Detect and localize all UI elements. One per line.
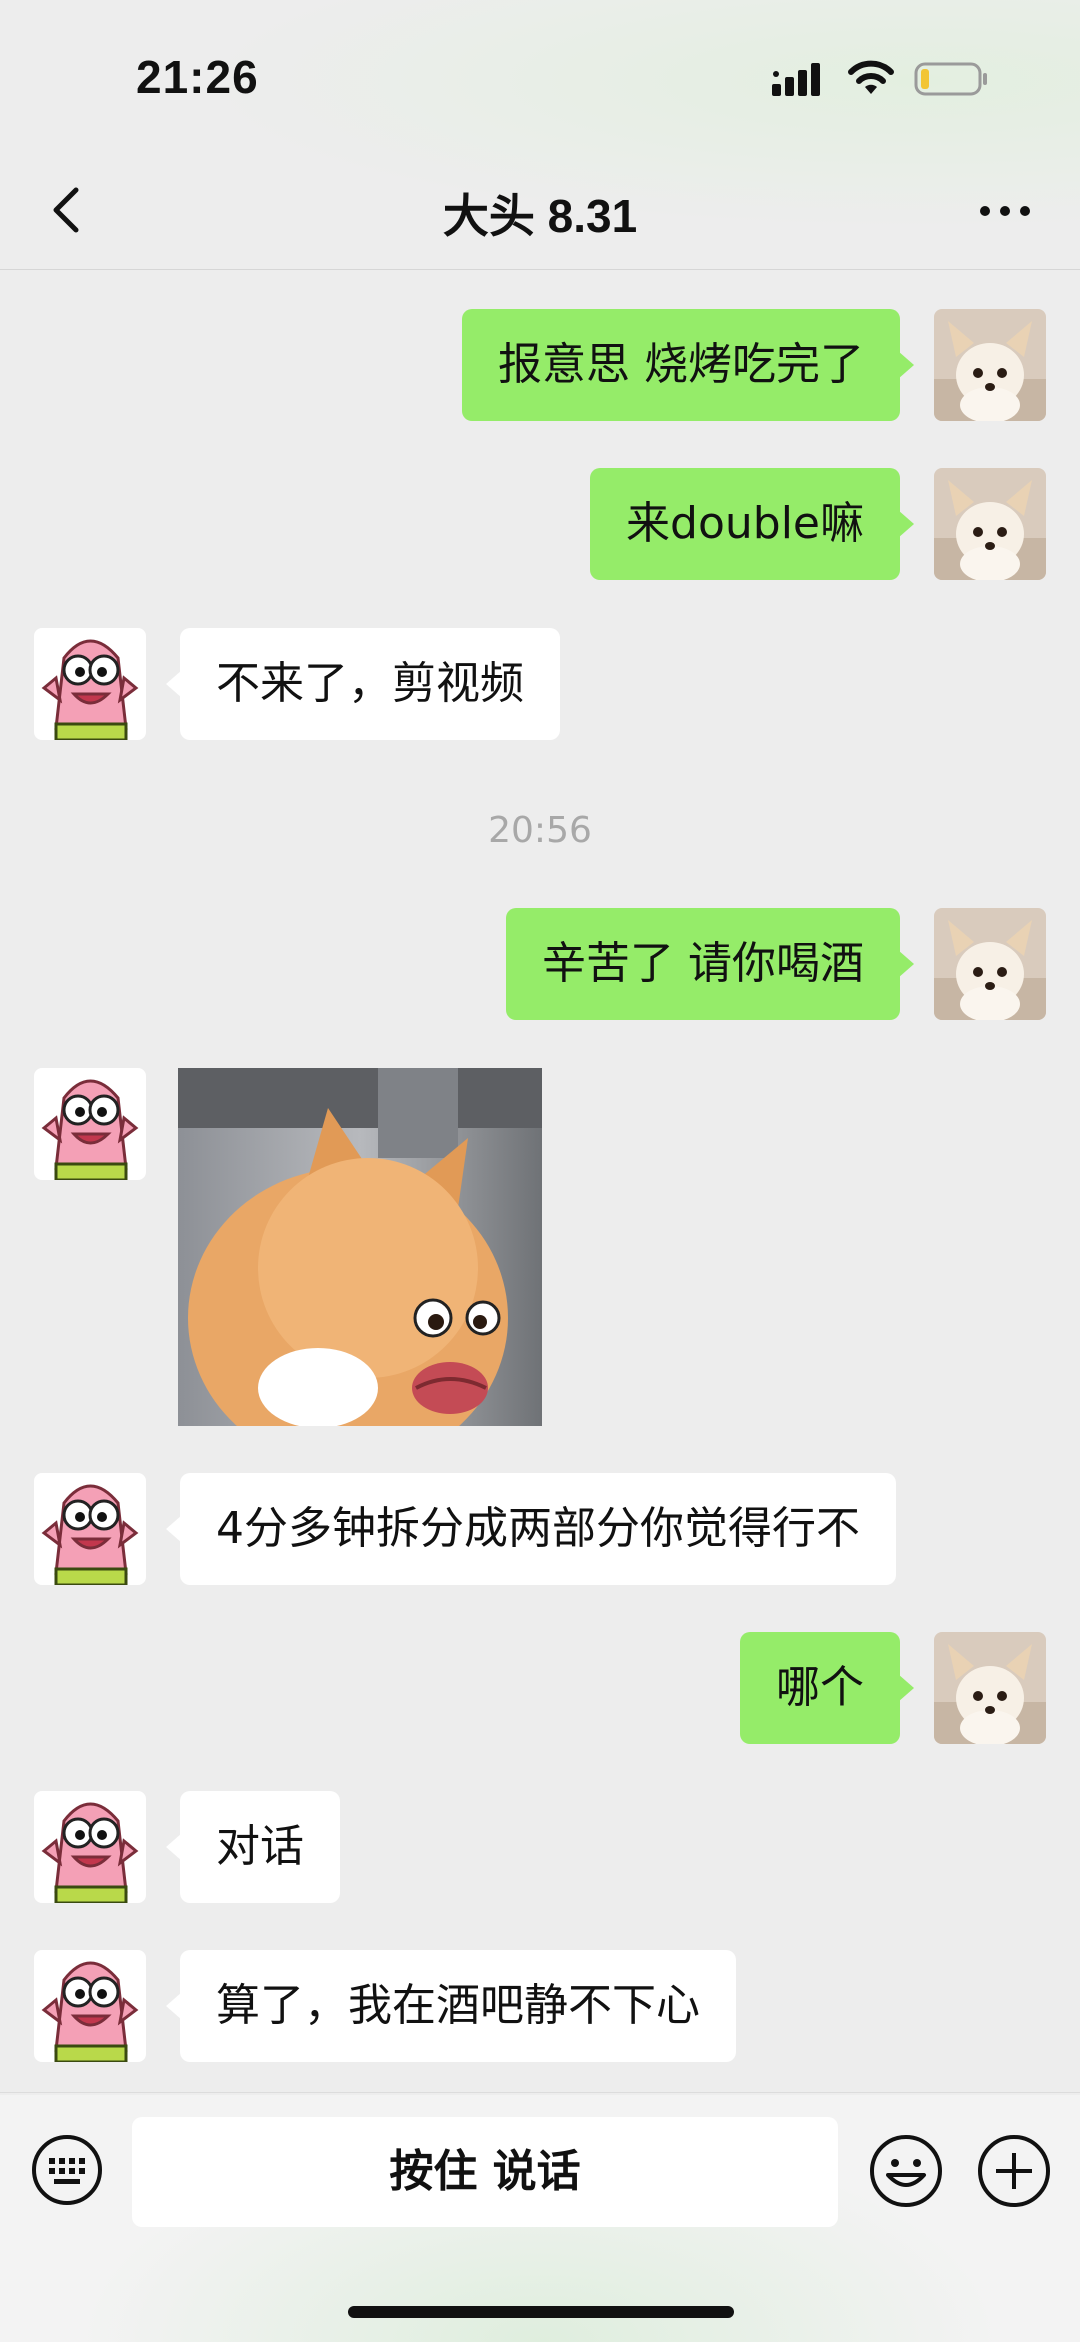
input-bar: 按住 说话 xyxy=(0,2092,1080,2252)
contact-avatar[interactable] xyxy=(34,1068,146,1180)
received-message-bubble[interactable]: 对话 xyxy=(166,1791,340,1903)
contact-avatar[interactable] xyxy=(34,1473,146,1585)
contact-avatar[interactable] xyxy=(34,1950,146,2062)
received-message-bubble[interactable]: 算了，我在酒吧静不下心 xyxy=(166,1950,736,2062)
message-row: 辛苦了 请你喝酒 xyxy=(0,908,1080,1020)
contact-avatar[interactable] xyxy=(34,1791,146,1903)
message-row: 哪个 xyxy=(0,1632,1080,1744)
message-row: 来double嘛 xyxy=(0,468,1080,580)
chat-title: 大头 8.31 xyxy=(442,190,638,242)
message-row: 4分多钟拆分成两部分你觉得行不 xyxy=(0,1473,1080,1585)
status-bar: 21:26 xyxy=(0,0,1080,150)
message-row xyxy=(0,1068,1080,1426)
sent-message-bubble[interactable]: 辛苦了 请你喝酒 xyxy=(506,908,914,1020)
sent-message-bubble[interactable]: 哪个 xyxy=(740,1632,914,1744)
message-row: 报意思 烧烤吃完了 xyxy=(0,309,1080,421)
my-avatar[interactable] xyxy=(934,1632,1046,1744)
home-indicator[interactable] xyxy=(348,2306,734,2318)
contact-avatar[interactable] xyxy=(34,628,146,740)
message-timestamp: 20:56 xyxy=(488,810,592,851)
header-divider xyxy=(0,269,1080,270)
message-row: 算了，我在酒吧静不下心 xyxy=(0,1950,1080,2062)
received-message-bubble[interactable]: 4分多钟拆分成两部分你觉得行不 xyxy=(166,1473,896,1585)
status-time: 21:26 xyxy=(136,51,259,103)
sent-message-bubble[interactable]: 报意思 烧烤吃完了 xyxy=(462,309,914,421)
my-avatar[interactable] xyxy=(934,908,1046,1020)
sent-message-bubble[interactable]: 来double嘛 xyxy=(590,468,914,580)
battery-icon xyxy=(914,62,987,96)
received-message-bubble[interactable]: 不来了，剪视频 xyxy=(166,628,560,740)
keyboard-icon[interactable] xyxy=(30,2133,104,2207)
message-row: 对话 xyxy=(0,1791,1080,1903)
my-avatar[interactable] xyxy=(934,468,1046,580)
plus-icon[interactable] xyxy=(976,2133,1052,2209)
chat-header: 大头 8.31 xyxy=(0,150,1080,270)
wifi-icon xyxy=(848,60,894,94)
message-row: 不来了，剪视频 xyxy=(0,628,1080,740)
cat-sticker-image[interactable] xyxy=(178,1068,542,1426)
emoji-icon[interactable] xyxy=(868,2133,944,2209)
my-avatar[interactable] xyxy=(934,309,1046,421)
more-icon[interactable] xyxy=(970,186,1040,236)
hold-to-talk-button[interactable]: 按住 说话 xyxy=(132,2117,838,2227)
signal-icon xyxy=(772,63,820,96)
